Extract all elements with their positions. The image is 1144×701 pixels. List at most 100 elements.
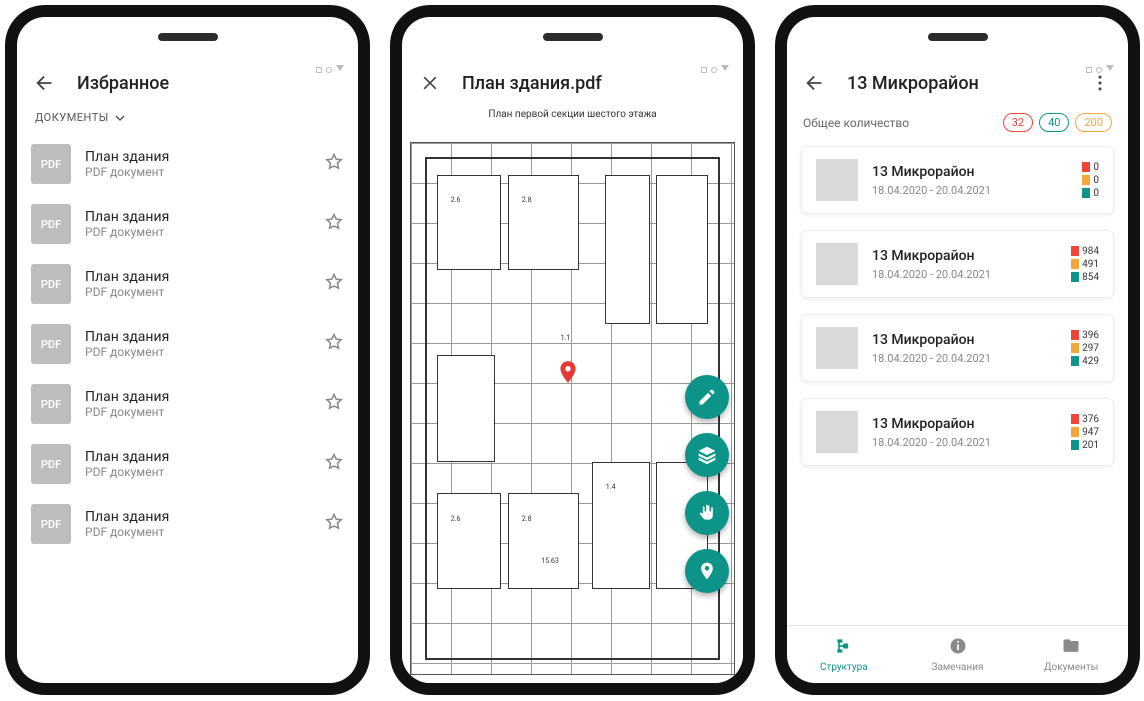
document-subtitle: PDF документ [85,285,310,299]
star-icon[interactable] [324,152,344,176]
card-stat: 854 [1071,272,1099,283]
document-list-item[interactable]: PDF План здания PDF документ [17,434,358,494]
totals-row: Общее количество 32 40 200 [787,107,1128,146]
card-stat: 201 [1071,440,1099,451]
card-stats: 0 0 0 [1082,162,1099,199]
pdf-badge: PDF [31,444,71,484]
star-icon[interactable] [324,452,344,476]
close-icon[interactable] [418,71,442,95]
pdf-badge: PDF [31,264,71,304]
document-meta: План здания PDF документ [85,209,310,239]
document-list-item[interactable]: PDF План здания PDF документ [17,494,358,554]
card-stat: 297 [1071,343,1099,354]
card-title: 13 Микрорайон [872,332,1057,348]
phone-mockup-1: Избранное ДОКУМЕНТЫ PDF План здания PDF … [5,5,370,695]
page-title: Избранное [77,73,342,94]
card-text: 13 Микрорайон 18.04.2020 - 20.04.2021 [872,164,1068,197]
document-subtitle: PDF документ [85,165,310,179]
filter-label: ДОКУМЕНТЫ [35,111,109,124]
nav-item-tree[interactable]: Структура [787,626,901,683]
card-stat: 376 [1071,414,1099,425]
status-pill[interactable]: 32 [1003,113,1033,132]
pdf-badge: PDF [31,384,71,424]
star-icon[interactable] [324,272,344,296]
fab-edit[interactable] [685,375,729,419]
document-meta: План здания PDF документ [85,329,310,359]
document-list-item[interactable]: PDF План здания PDF документ [17,374,358,434]
back-icon[interactable] [33,71,57,95]
card-dates: 18.04.2020 - 20.04.2021 [872,268,1057,281]
card-dates: 18.04.2020 - 20.04.2021 [872,184,1068,197]
card-stats: 396 297 429 [1071,330,1099,367]
card-stats: 376 947 201 [1071,414,1099,451]
document-subtitle: PDF документ [85,465,310,479]
project-card[interactable]: 13 Микрорайон 18.04.2020 - 20.04.2021 39… [801,314,1114,382]
window-controls [1086,65,1114,75]
card-dates: 18.04.2020 - 20.04.2021 [872,436,1057,449]
document-title: План здания [85,449,310,465]
card-text: 13 Микрорайон 18.04.2020 - 20.04.2021 [872,332,1057,365]
pdf-badge: PDF [31,504,71,544]
card-title: 13 Микрорайон [872,164,1068,180]
phone-mockup-2: План здания.pdf План первой секции шесто… [390,5,755,695]
nav-item-folder[interactable]: Документы [1014,626,1128,683]
plan-canvas[interactable]: 2.6 2.8 1.1 2.6 2.8 1.4 15.63 [402,124,743,683]
document-title: План здания [85,329,310,345]
document-subtitle: PDF документ [85,525,310,539]
document-list-item[interactable]: PDF План здания PDF документ [17,134,358,194]
pdf-badge: PDF [31,144,71,184]
card-thumbnail [816,243,858,285]
card-title: 13 Микрорайон [872,416,1057,432]
card-thumbnail [816,327,858,369]
info-icon [948,636,968,659]
fab-layers[interactable] [685,433,729,477]
document-list: PDF План здания PDF документ PDF План зд… [17,134,358,683]
fab-location[interactable] [685,549,729,593]
pdf-badge: PDF [31,204,71,244]
document-subtitle: PDF документ [85,345,310,359]
project-card[interactable]: 13 Микрорайон 18.04.2020 - 20.04.2021 98… [801,230,1114,298]
page-title: 13 Микрорайон [847,73,1068,94]
document-list-item[interactable]: PDF План здания PDF документ [17,194,358,254]
header: Избранное [17,59,358,107]
card-stat: 0 [1082,188,1099,199]
star-icon[interactable] [324,212,344,236]
card-stat: 491 [1071,259,1099,270]
star-icon[interactable] [324,512,344,536]
nav-label: Документы [1044,662,1098,673]
screen-structure: 13 Микрорайон Общее количество 32 40 200 1… [787,17,1128,683]
card-title: 13 Микрорайон [872,248,1057,264]
card-stat: 0 [1082,175,1099,186]
nav-label: Замечания [932,662,984,673]
project-card[interactable]: 13 Микрорайон 18.04.2020 - 20.04.2021 00… [801,146,1114,214]
star-icon[interactable] [324,392,344,416]
status-pill-group: 32 40 200 [1003,113,1112,132]
back-icon[interactable] [803,71,827,95]
plan-caption: План первой секции шестого этажа [402,107,743,124]
card-stat: 0 [1082,162,1099,173]
status-pill[interactable]: 40 [1039,113,1069,132]
document-list-item[interactable]: PDF План здания PDF документ [17,314,358,374]
card-stats: 984491854 [1071,246,1099,283]
card-stat: 947 [1071,427,1099,438]
document-title: План здания [85,149,310,165]
nav-item-info[interactable]: Замечания [901,626,1015,683]
project-card[interactable]: 13 Микрорайон 18.04.2020 - 20.04.2021 37… [801,398,1114,466]
document-list-item[interactable]: PDF План здания PDF документ [17,254,358,314]
card-thumbnail [816,411,858,453]
bottom-nav: Структура Замечания Документы [787,625,1128,683]
tree-icon [834,636,854,659]
map-pin-icon[interactable] [555,359,581,385]
screen-plan-viewer: План здания.pdf План первой секции шесто… [402,17,743,683]
folder-icon [1061,636,1081,659]
filter-dropdown[interactable]: ДОКУМЕНТЫ [17,107,358,134]
card-stat: 429 [1071,356,1099,367]
card-text: 13 Микрорайон 18.04.2020 - 20.04.2021 [872,248,1057,281]
card-stat: 396 [1071,330,1099,341]
document-subtitle: PDF документ [85,405,310,419]
totals-label: Общее количество [803,116,909,130]
star-icon[interactable] [324,332,344,356]
phone-mockup-3: 13 Микрорайон Общее количество 32 40 200 1… [775,5,1140,695]
status-pill[interactable]: 200 [1075,113,1112,132]
fab-pan[interactable] [685,491,729,535]
